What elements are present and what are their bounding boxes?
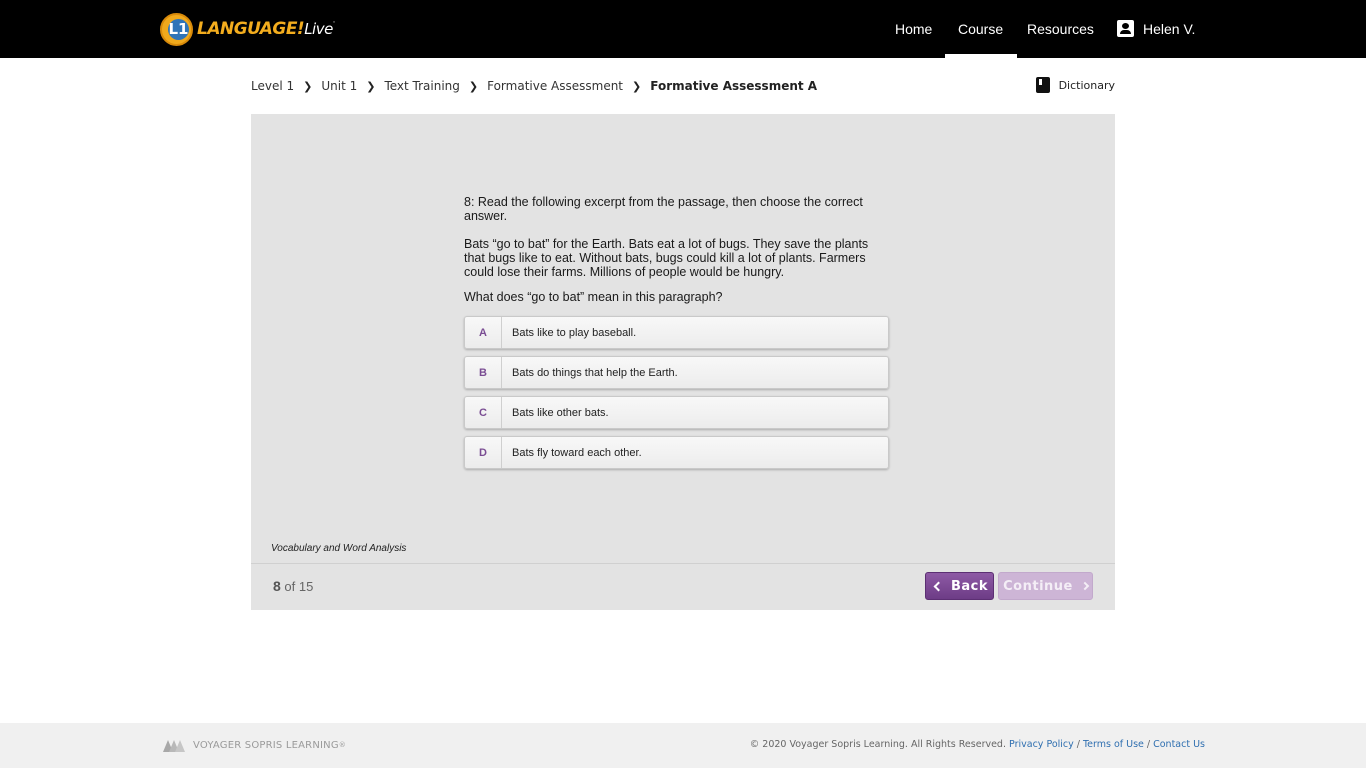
chevron-right-icon xyxy=(1080,581,1090,591)
user-menu[interactable]: Helen V. xyxy=(1117,0,1195,58)
breadcrumb-separator-icon: ❯ xyxy=(632,79,642,93)
account-box-icon xyxy=(1117,20,1134,37)
skill-label: Vocabulary and Word Analysis xyxy=(271,543,407,554)
choice-text: Bats do things that help the Earth. xyxy=(512,366,678,379)
breadcrumb-current: Formative Assessment A xyxy=(650,79,818,93)
question-area: 8: Read the following excerpt from the p… xyxy=(464,195,889,476)
continue-label: Continue xyxy=(1003,578,1073,594)
breadcrumb-level[interactable]: Level 1 xyxy=(251,79,294,93)
voyager-sopris-logo: VOYAGER SOPRIS LEARNING ® xyxy=(163,738,346,752)
nav-course[interactable]: Course xyxy=(944,0,1018,58)
answer-choice-b[interactable]: B Bats do things that help the Earth. xyxy=(464,356,889,389)
back-label: Back xyxy=(950,578,989,594)
breadcrumb-formative-assessment[interactable]: Formative Assessment xyxy=(487,79,623,93)
contact-us-link[interactable]: Contact Us xyxy=(1153,739,1205,750)
choice-letter: D xyxy=(465,437,502,468)
copyright-bar: © 2020 Voyager Sopris Learning. All Righ… xyxy=(749,739,1205,750)
choice-letter: B xyxy=(465,357,502,388)
book-icon xyxy=(1035,77,1050,93)
choice-text: Bats like to play baseball. xyxy=(512,326,637,339)
question-prompt: 8: Read the following excerpt from the p… xyxy=(464,195,863,223)
question-text: What does “go to bat” mean in this parag… xyxy=(464,290,723,304)
choice-letter: A xyxy=(465,317,502,348)
continue-button[interactable]: Continue xyxy=(998,572,1093,600)
breadcrumb-text-training[interactable]: Text Training xyxy=(384,79,459,93)
logo-wordmark: LANGUAGE!Live· xyxy=(197,19,335,39)
language-live-logo[interactable]: L1 LANGUAGE!Live· xyxy=(160,12,335,46)
dictionary-label: Dictionary xyxy=(1058,78,1115,92)
answer-choice-a[interactable]: A Bats like to play baseball. xyxy=(464,316,889,349)
dictionary-button[interactable]: Dictionary xyxy=(1035,77,1115,93)
back-button[interactable]: Back xyxy=(925,572,994,600)
question-panel: 8: Read the following excerpt from the p… xyxy=(251,114,1115,610)
nav-resources[interactable]: Resources xyxy=(1027,0,1094,58)
chevron-left-icon xyxy=(933,581,944,591)
answer-choice-c[interactable]: C Bats like other bats. xyxy=(464,396,889,429)
user-name: Helen V. xyxy=(1143,21,1196,37)
terms-of-use-link[interactable]: Terms of Use xyxy=(1083,739,1144,750)
breadcrumb-separator-icon: ❯ xyxy=(366,79,376,93)
choice-letter: C xyxy=(465,397,502,428)
choice-text: Bats like other bats. xyxy=(512,406,609,419)
language-live-logo-mark: L1 xyxy=(160,12,193,46)
breadcrumb: Level 1 ❯ Unit 1 ❯ Text Training ❯ Forma… xyxy=(251,78,817,94)
question-total: of 15 xyxy=(284,579,314,594)
current-question-number: 8 xyxy=(273,578,281,594)
company-name: VOYAGER SOPRIS LEARNING xyxy=(193,739,339,751)
choice-text: Bats fly toward each other. xyxy=(512,446,642,459)
privacy-policy-link[interactable]: Privacy Policy xyxy=(1009,739,1074,750)
breadcrumb-separator-icon: ❯ xyxy=(303,79,313,93)
breadcrumb-unit[interactable]: Unit 1 xyxy=(321,79,357,93)
top-navigation-bar: L1 LANGUAGE!Live· Home Course Resources … xyxy=(0,0,1366,58)
logo-live: Live xyxy=(304,20,333,38)
question-progress: 8 of 15 xyxy=(273,578,313,594)
logo-mark-text: L1 xyxy=(168,18,189,40)
answer-choice-d[interactable]: D Bats fly toward each other. xyxy=(464,436,889,469)
nav-home[interactable]: Home xyxy=(895,0,932,58)
site-footer: VOYAGER SOPRIS LEARNING ® © 2020 Voyager … xyxy=(0,723,1366,768)
question-footer: 8 of 15 Back Continue xyxy=(251,563,1115,610)
voyager-sails-icon xyxy=(163,738,189,752)
passage-excerpt: Bats “go to bat” for the Earth. Bats eat… xyxy=(464,237,869,279)
logo-brand: LANGUAGE! xyxy=(197,19,305,39)
breadcrumb-separator-icon: ❯ xyxy=(468,79,479,93)
copyright-text: © 2020 Voyager Sopris Learning. All Righ… xyxy=(749,739,1006,750)
